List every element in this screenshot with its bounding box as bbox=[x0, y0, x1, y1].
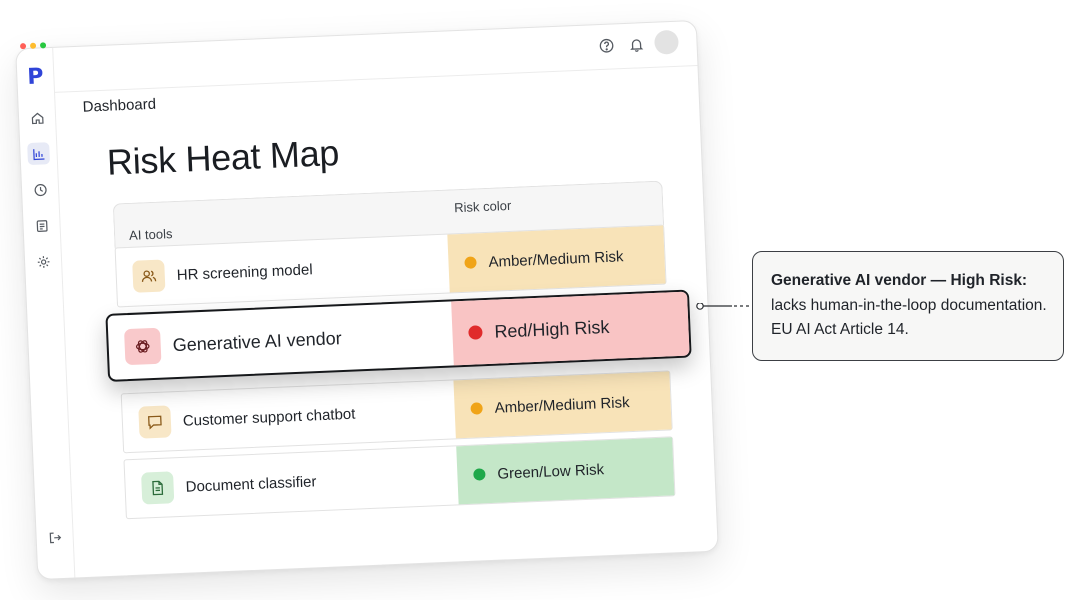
callout-connector bbox=[696, 303, 752, 310]
file-icon bbox=[141, 471, 175, 505]
risk-cell: Amber/Medium Risk bbox=[447, 225, 666, 293]
app-window: P Dashboard Risk Heat Map AI tools Risk bbox=[15, 19, 719, 581]
document-icon[interactable] bbox=[30, 214, 53, 237]
logo[interactable]: P bbox=[24, 64, 47, 90]
tool-name: Customer support chatbot bbox=[182, 405, 356, 430]
risk-dot bbox=[464, 256, 477, 269]
risk-cell: Green/Low Risk bbox=[456, 437, 675, 505]
tool-cell: Document classifier bbox=[125, 459, 458, 505]
openai-icon bbox=[124, 327, 162, 366]
risk-callout: Generative AI vendor — High Risk: lacks … bbox=[752, 251, 1064, 361]
risk-cell: Amber/Medium Risk bbox=[453, 371, 672, 439]
avatar[interactable] bbox=[653, 29, 679, 55]
callout-title: Generative AI vendor — High Risk: bbox=[771, 272, 1028, 289]
gear-icon[interactable] bbox=[32, 250, 55, 273]
users-icon bbox=[132, 259, 166, 293]
clock-icon[interactable] bbox=[29, 178, 52, 201]
risk-dot bbox=[468, 325, 483, 340]
home-icon[interactable] bbox=[26, 106, 49, 129]
risk-label: Amber/Medium Risk bbox=[494, 393, 630, 417]
risk-cell: Red/High Risk bbox=[451, 291, 690, 366]
sidebar: P bbox=[16, 47, 76, 580]
help-icon[interactable] bbox=[598, 37, 615, 54]
top-bar bbox=[52, 20, 698, 93]
page-title: Risk Heat Map bbox=[106, 132, 340, 183]
tool-cell: Generative AI vendor bbox=[108, 315, 453, 366]
risk-label: Red/High Risk bbox=[493, 316, 610, 342]
logout-icon[interactable] bbox=[43, 526, 66, 549]
risk-dot bbox=[473, 468, 486, 481]
risk-label: Amber/Medium Risk bbox=[488, 247, 624, 271]
tool-name: Generative AI vendor bbox=[172, 327, 343, 355]
chat-icon bbox=[138, 405, 172, 439]
chart-icon[interactable] bbox=[27, 142, 51, 166]
tool-cell: Customer support chatbot bbox=[122, 393, 455, 439]
tool-name: Document classifier bbox=[185, 472, 317, 496]
breadcrumb[interactable]: Dashboard bbox=[54, 88, 157, 126]
callout-body: lacks human-in-the-loop documentation. E… bbox=[771, 296, 1047, 339]
column-header-ai-tools: AI tools bbox=[128, 226, 173, 243]
tool-name: HR screening model bbox=[176, 260, 313, 284]
risk-label: Green/Low Risk bbox=[497, 460, 605, 483]
risk-table: AI tools Risk color HR screening model A… bbox=[105, 180, 692, 528]
column-header-risk-color: Risk color bbox=[453, 197, 512, 216]
bell-icon[interactable] bbox=[628, 36, 645, 53]
tool-cell: HR screening model bbox=[116, 248, 449, 294]
risk-dot bbox=[470, 402, 483, 415]
